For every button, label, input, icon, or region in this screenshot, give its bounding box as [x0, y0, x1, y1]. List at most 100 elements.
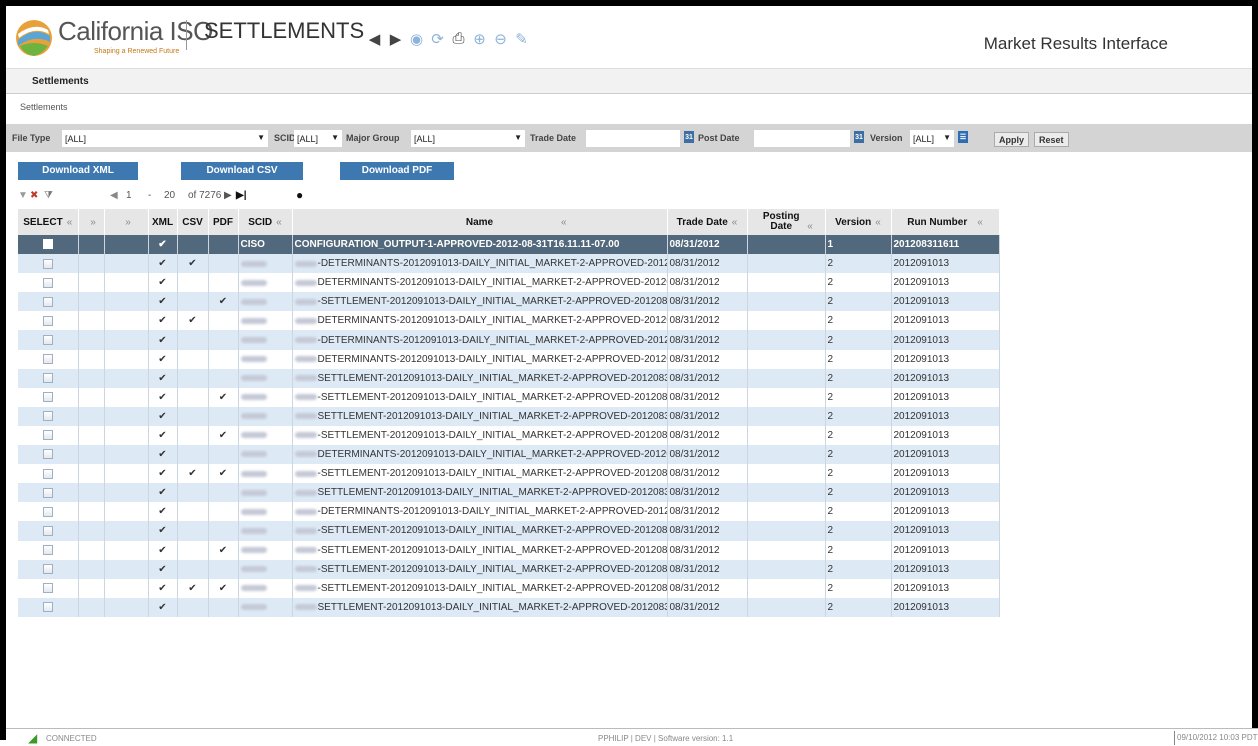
- table-row[interactable]: ✔ SETTLEMENT-2012091013-DAILY_INITIAL_MAR…: [18, 406, 1000, 426]
- table-row[interactable]: ✔ -DETERMINANTS-2012091013-DAILY_INITIAL_…: [18, 502, 1000, 522]
- row-select-checkbox[interactable]: [18, 330, 79, 350]
- row-select-checkbox[interactable]: [18, 559, 79, 579]
- clock-icon[interactable]: ●: [296, 188, 303, 202]
- collapse-icon[interactable]: «: [875, 217, 881, 228]
- row-select-checkbox[interactable]: [18, 578, 79, 598]
- row-select-checkbox[interactable]: [18, 368, 79, 388]
- checkbox[interactable]: [42, 411, 53, 422]
- table-row[interactable]: ✔ -DETERMINANTS-2012091013-DAILY_INITIAL_…: [18, 330, 1000, 350]
- table-row[interactable]: ✔ ✔ ✔ -SETTLEMENT-2012091013-DAILY_INITIAL_…: [18, 464, 1000, 484]
- checkbox[interactable]: [42, 373, 53, 384]
- col-expand-2[interactable]: »: [104, 209, 149, 235]
- checkbox[interactable]: [42, 353, 53, 364]
- col-posting-date[interactable]: Posting Date «: [747, 209, 826, 235]
- col-expand[interactable]: »: [78, 209, 105, 235]
- checkbox[interactable]: [42, 239, 53, 250]
- download-csv-button[interactable]: Download CSV: [181, 162, 303, 180]
- row-select-checkbox[interactable]: [18, 445, 79, 465]
- row-select-checkbox[interactable]: [18, 406, 79, 426]
- table-row[interactable]: ✔ -SETTLEMENT-2012091013-DAILY_INITIAL_MA…: [18, 559, 1000, 579]
- row-select-checkbox[interactable]: [18, 235, 79, 255]
- apply-button[interactable]: Apply: [994, 132, 1030, 147]
- next-page-icon[interactable]: ▶: [224, 190, 232, 201]
- col-name[interactable]: Name «: [292, 209, 668, 235]
- table-row[interactable]: ✔ ✔ -DETERMINANTS-2012091013-DAILY_INITIAL…: [18, 254, 1000, 274]
- row-select-checkbox[interactable]: [18, 292, 79, 312]
- col-pdf[interactable]: PDF: [208, 209, 239, 235]
- table-row[interactable]: ✔ ✔ DETERMINANTS-2012091013-DAILY_INITIAL_…: [18, 311, 1000, 331]
- table-row[interactable]: ✔ SETTLEMENT-2012091013-DAILY_INITIAL_MAR…: [18, 368, 1000, 388]
- checkbox[interactable]: [42, 468, 53, 479]
- row-select-checkbox[interactable]: [18, 254, 79, 274]
- table-row[interactable]: ✔ ✔ -SETTLEMENT-2012091013-DAILY_INITIAL_M…: [18, 292, 1000, 312]
- table-row[interactable]: ✔ CISO CONFIGURATION_OUTPUT-1-APPROVED-201…: [18, 235, 1000, 255]
- row-select-checkbox[interactable]: [18, 483, 79, 503]
- version-select[interactable]: [ALL] ▼: [910, 130, 954, 147]
- col-csv[interactable]: CSV: [177, 209, 209, 235]
- collapse-icon[interactable]: «: [561, 217, 567, 228]
- checkbox[interactable]: [42, 334, 53, 345]
- back-arrow-icon[interactable]: ◀: [366, 30, 383, 48]
- checkbox[interactable]: [42, 392, 53, 403]
- expand-icon[interactable]: »: [125, 217, 131, 228]
- tab-settlements[interactable]: Settlements: [32, 76, 89, 87]
- collapse-icon[interactable]: «: [276, 217, 282, 228]
- zoom-in-icon[interactable]: ⊕: [471, 30, 488, 48]
- checkbox[interactable]: [42, 258, 53, 269]
- last-page-icon[interactable]: ▶|: [236, 190, 247, 201]
- row-select-checkbox[interactable]: [18, 311, 79, 331]
- scid-select[interactable]: [ALL] ▼: [294, 130, 342, 147]
- table-row[interactable]: ✔ SETTLEMENT-2012091013-DAILY_INITIAL_MAR…: [18, 483, 1000, 503]
- checkbox[interactable]: [42, 277, 53, 288]
- expand-icon[interactable]: »: [90, 217, 96, 228]
- stop-icon[interactable]: ◉: [408, 30, 425, 48]
- collapse-icon[interactable]: «: [732, 217, 738, 228]
- table-row[interactable]: ✔ SETTLEMENT-2012091013-DAILY_INITIAL_MAR…: [18, 597, 1000, 617]
- forward-arrow-icon[interactable]: ▶: [387, 30, 404, 48]
- download-xml-button[interactable]: Download XML: [18, 162, 138, 180]
- checkbox[interactable]: [42, 544, 53, 555]
- table-row[interactable]: ✔ ✔ -SETTLEMENT-2012091013-DAILY_INITIAL_M…: [18, 387, 1000, 407]
- checkbox[interactable]: [42, 602, 53, 613]
- list-icon[interactable]: ☰: [958, 131, 968, 143]
- row-select-checkbox[interactable]: [18, 349, 79, 369]
- table-row[interactable]: ✔ DETERMINANTS-2012091013-DAILY_INITIAL_M…: [18, 273, 1000, 293]
- filter-icon[interactable]: ⧩: [44, 190, 53, 201]
- dropdown-arrow-icon[interactable]: ▼: [18, 190, 28, 201]
- table-row[interactable]: ✔ DETERMINANTS-2012091013-DAILY_INITIAL_M…: [18, 445, 1000, 465]
- trade-date-input[interactable]: [586, 130, 680, 147]
- table-row[interactable]: ✔ DETERMINANTS-2012091013-DAILY_INITIAL_M…: [18, 349, 1000, 369]
- col-scid[interactable]: SCID «: [238, 209, 293, 235]
- checkbox[interactable]: [42, 583, 53, 594]
- checkbox[interactable]: [42, 430, 53, 441]
- file-type-select[interactable]: [ALL] ▼: [62, 130, 268, 147]
- clear-sort-icon[interactable]: ✖: [30, 190, 38, 201]
- row-select-checkbox[interactable]: [18, 502, 79, 522]
- collapse-icon[interactable]: «: [807, 221, 813, 232]
- row-select-checkbox[interactable]: [18, 540, 79, 560]
- row-select-checkbox[interactable]: [18, 597, 79, 617]
- row-select-checkbox[interactable]: [18, 425, 79, 446]
- col-select[interactable]: SELECT «: [18, 209, 79, 235]
- major-group-select[interactable]: [ALL] ▼: [411, 130, 525, 147]
- zoom-out-icon[interactable]: ⊖: [492, 30, 509, 48]
- collapse-icon[interactable]: «: [977, 217, 983, 228]
- reset-button[interactable]: Reset: [1034, 132, 1069, 147]
- post-date-input[interactable]: [754, 130, 850, 147]
- col-run-number[interactable]: Run Number «: [891, 209, 1000, 235]
- table-row[interactable]: ✔ -SETTLEMENT-2012091013-DAILY_INITIAL_MA…: [18, 521, 1000, 541]
- refresh-icon[interactable]: ⟳: [429, 30, 446, 48]
- checkbox[interactable]: [42, 487, 53, 498]
- table-row[interactable]: ✔ ✔ -SETTLEMENT-2012091013-DAILY_INITIAL_M…: [18, 425, 1000, 446]
- checkbox[interactable]: [42, 506, 53, 517]
- table-row[interactable]: ✔ ✔ ✔ -SETTLEMENT-2012091013-DAILY_INITIAL_…: [18, 578, 1000, 598]
- row-select-checkbox[interactable]: [18, 521, 79, 541]
- calendar-icon[interactable]: 31: [684, 131, 694, 143]
- checkbox[interactable]: [42, 449, 53, 460]
- collapse-icon[interactable]: «: [67, 217, 73, 228]
- table-row[interactable]: ✔ ✔ -SETTLEMENT-2012091013-DAILY_INITIAL_M…: [18, 540, 1000, 560]
- calendar-icon[interactable]: 31: [854, 131, 864, 143]
- col-version[interactable]: Version «: [825, 209, 892, 235]
- checkbox[interactable]: [42, 296, 53, 307]
- clean-icon[interactable]: ✎: [513, 30, 530, 48]
